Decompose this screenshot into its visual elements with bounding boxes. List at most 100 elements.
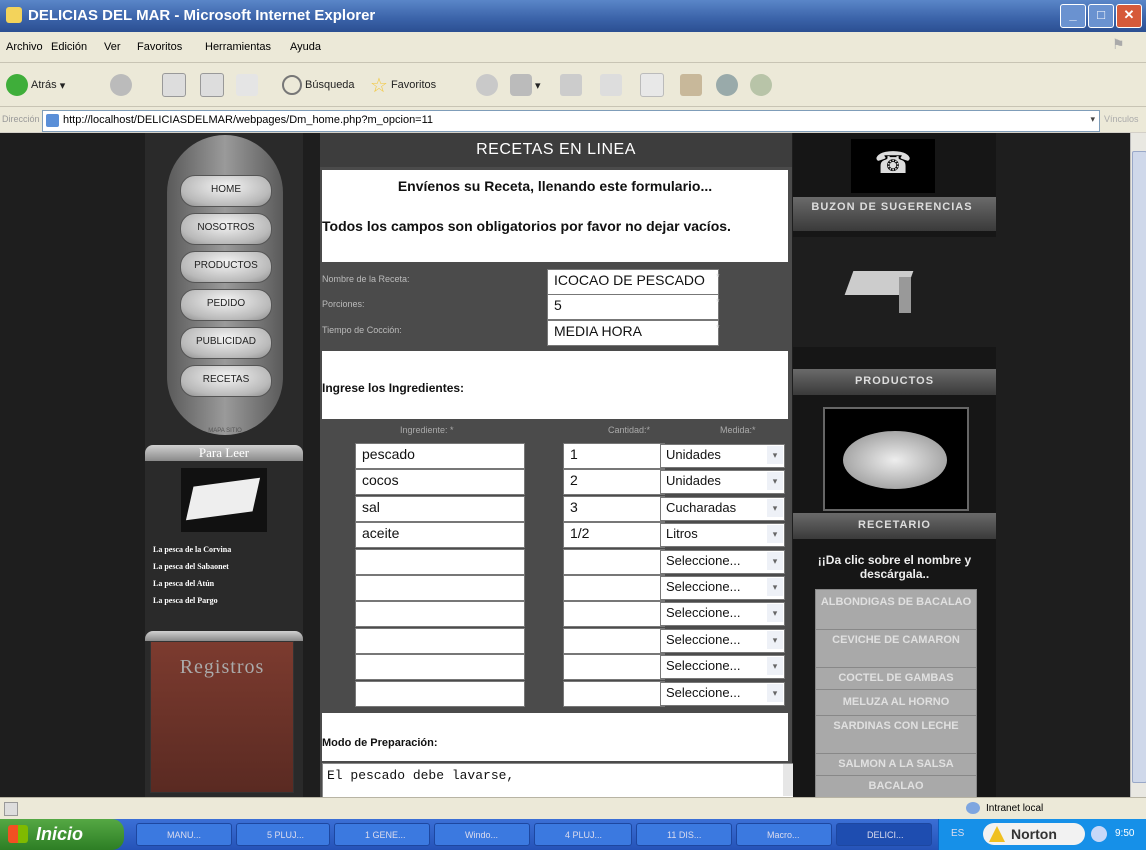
- recetario-title[interactable]: RECETARIO: [793, 519, 996, 531]
- chevron-down-icon[interactable]: ▾: [767, 630, 783, 649]
- suggestions-image[interactable]: [793, 237, 996, 347]
- nav-home[interactable]: HOME: [180, 175, 272, 207]
- measure-select[interactable]: Unidades ▾: [660, 470, 785, 495]
- product-image[interactable]: [823, 407, 969, 511]
- edit-button[interactable]: [600, 73, 622, 97]
- chevron-down-icon[interactable]: ▾: [767, 578, 783, 596]
- recipe-bacalao[interactable]: BACALAO: [815, 775, 977, 797]
- ingredient-name-input[interactable]: [355, 548, 525, 575]
- read-link-corvina[interactable]: La pesca de la Corvina: [153, 545, 231, 554]
- mail-button[interactable]: ▾: [510, 73, 541, 97]
- ingredient-quantity-input[interactable]: [563, 548, 665, 575]
- task-button[interactable]: 4 PLUJ...: [534, 823, 632, 846]
- tools-button[interactable]: [750, 73, 772, 97]
- ingredient-name-input[interactable]: cocos: [355, 469, 525, 496]
- task-button[interactable]: Macro...: [736, 823, 832, 846]
- read-link-atun[interactable]: La pesca del Atún: [153, 579, 214, 588]
- ingredient-quantity-input[interactable]: [563, 654, 665, 681]
- norton-widget[interactable]: Norton: [983, 823, 1085, 845]
- measure-select[interactable]: Seleccione... ▾: [660, 628, 785, 653]
- ingredient-name-input[interactable]: [355, 575, 525, 601]
- measure-select[interactable]: Seleccione... ▾: [660, 576, 785, 600]
- recipe-sardinas[interactable]: SARDINAS CON LECHE: [815, 715, 977, 757]
- dropdown-arrow-icon[interactable]: ▾: [1090, 114, 1095, 125]
- measure-select[interactable]: Seleccione... ▾: [660, 602, 785, 627]
- nav-nosotros[interactable]: NOSOTROS: [180, 213, 272, 245]
- chevron-down-icon[interactable]: ▾: [767, 604, 783, 623]
- language-indicator[interactable]: ES: [951, 828, 964, 839]
- menu-herramientas[interactable]: Herramientas: [205, 41, 271, 53]
- measure-select[interactable]: Seleccione... ▾: [660, 549, 785, 574]
- nav-publicidad[interactable]: PUBLICIDAD: [180, 327, 272, 359]
- ingredient-quantity-input[interactable]: 1/2: [563, 522, 665, 549]
- ingredient-name-input[interactable]: sal: [355, 495, 525, 522]
- search-button[interactable]: Búsqueda: [282, 73, 355, 97]
- chevron-down-icon[interactable]: ▾: [767, 498, 783, 517]
- research-button[interactable]: [680, 73, 702, 97]
- chevron-down-icon[interactable]: ▾: [767, 525, 783, 544]
- measure-select[interactable]: Litros ▾: [660, 523, 785, 548]
- maximize-button[interactable]: □: [1088, 4, 1114, 28]
- chevron-down-icon[interactable]: ▾: [767, 683, 783, 702]
- task-button[interactable]: 5 PLUJ...: [236, 823, 330, 846]
- recipe-ceviche[interactable]: CEVICHE DE CAMARON: [815, 629, 977, 671]
- history-button[interactable]: [476, 73, 498, 97]
- productos-title[interactable]: PRODUCTOS: [793, 375, 996, 387]
- page-scrollbar[interactable]: [1130, 133, 1146, 797]
- ingredient-name-input[interactable]: pescado: [355, 443, 525, 469]
- chevron-down-icon[interactable]: ▾: [767, 472, 783, 491]
- menu-archivo[interactable]: Archivo: [6, 41, 43, 53]
- measure-select[interactable]: Cucharadas ▾: [660, 496, 785, 521]
- task-button[interactable]: 11 DIS...: [636, 823, 732, 846]
- forward-button[interactable]: [110, 73, 132, 97]
- chevron-down-icon[interactable]: ▾: [767, 551, 783, 570]
- ingredient-name-input[interactable]: [355, 654, 525, 681]
- refresh-button[interactable]: [200, 73, 224, 97]
- close-button[interactable]: ✕: [1116, 4, 1142, 28]
- sitemap-link[interactable]: MAPA SITIO: [185, 428, 265, 434]
- measure-select[interactable]: Seleccione... ▾: [660, 655, 785, 680]
- menu-ver[interactable]: Ver: [104, 41, 121, 53]
- stop-button[interactable]: [162, 73, 186, 97]
- menu-favoritos[interactable]: Favoritos: [137, 41, 182, 53]
- minimize-button[interactable]: _: [1060, 4, 1086, 28]
- ingredient-name-input[interactable]: aceite: [355, 522, 525, 549]
- cooking-time-input[interactable]: MEDIA HORA: [547, 320, 719, 346]
- nav-pedido[interactable]: PEDIDO: [180, 289, 272, 321]
- task-button[interactable]: Windo...: [434, 823, 530, 846]
- ingredient-quantity-input[interactable]: [563, 627, 665, 654]
- home-button[interactable]: [236, 73, 258, 97]
- favorites-button[interactable]: ☆ Favoritos: [370, 73, 436, 97]
- ingredient-quantity-input[interactable]: [563, 680, 665, 707]
- buzon-title[interactable]: BUZON DE SUGERENCIAS: [793, 201, 991, 213]
- start-button[interactable]: Inicio: [0, 819, 124, 850]
- ingredient-name-input[interactable]: [355, 680, 525, 707]
- chevron-down-icon[interactable]: ▾: [767, 446, 783, 464]
- prep-textarea[interactable]: El pescado debe lavarse,: [322, 763, 798, 797]
- discuss-button[interactable]: [640, 73, 664, 97]
- chevron-down-icon[interactable]: ▾: [767, 657, 783, 676]
- ingredient-quantity-input[interactable]: [563, 575, 665, 601]
- task-button-active[interactable]: DELICI...: [836, 823, 932, 846]
- back-button[interactable]: Atrás ▾: [6, 73, 65, 97]
- ingredient-quantity-input[interactable]: 3: [563, 495, 665, 522]
- ingredient-quantity-input[interactable]: 2: [563, 469, 665, 496]
- nav-recetas[interactable]: RECETAS: [180, 365, 272, 397]
- measure-select[interactable]: Seleccione... ▾: [660, 681, 785, 706]
- recipe-name-input[interactable]: ICOCAO DE PESCADO: [547, 269, 719, 295]
- read-link-sabaonet[interactable]: La pesca del Sabaonet: [153, 562, 229, 571]
- nav-productos[interactable]: PRODUCTOS: [180, 251, 272, 283]
- links-label[interactable]: Vínculos: [1104, 114, 1139, 124]
- read-link-pargo[interactable]: La pesca del Pargo: [153, 596, 218, 605]
- ingredient-name-input[interactable]: [355, 627, 525, 654]
- ingredient-name-input[interactable]: [355, 601, 525, 628]
- messenger-button[interactable]: [716, 73, 738, 97]
- measure-select[interactable]: Unidades ▾: [660, 444, 785, 468]
- portions-input[interactable]: 5: [547, 294, 719, 320]
- menu-ayuda[interactable]: Ayuda: [290, 41, 321, 53]
- task-button[interactable]: 1 GENE...: [334, 823, 430, 846]
- print-button[interactable]: [560, 73, 582, 97]
- scrollbar-thumb[interactable]: [1132, 151, 1146, 783]
- ingredient-quantity-input[interactable]: 1: [563, 443, 665, 469]
- ingredient-quantity-input[interactable]: [563, 601, 665, 628]
